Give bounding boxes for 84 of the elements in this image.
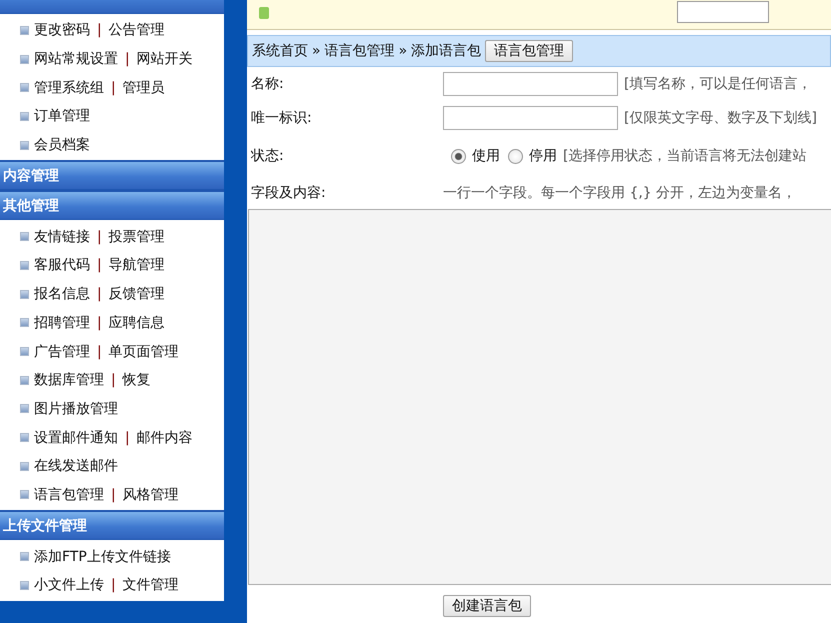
separator: | bbox=[97, 257, 102, 274]
sidebar-link[interactable]: 更改密码 bbox=[34, 21, 90, 40]
language-select[interactable] bbox=[677, 1, 769, 23]
sidebar-link[interactable]: 订单管理 bbox=[34, 107, 90, 126]
sidebar-link[interactable]: 报名信息 bbox=[34, 285, 90, 304]
separator: | bbox=[125, 51, 130, 68]
breadcrumb-link[interactable]: 语言包管理 bbox=[324, 42, 395, 60]
separator: | bbox=[97, 228, 102, 245]
radio-option[interactable]: 使用 bbox=[443, 147, 500, 165]
separator: | bbox=[111, 372, 116, 388]
text-input[interactable] bbox=[443, 72, 618, 96]
field-hint: [仅限英文字母、数字及下划线] bbox=[624, 109, 817, 127]
sidebar-link[interactable]: 公告管理 bbox=[108, 21, 165, 40]
separator: | bbox=[125, 430, 130, 446]
sidebar-section-header[interactable]: 上传文件管理 bbox=[0, 510, 224, 540]
sidebar-link[interactable]: 邮件内容 bbox=[136, 428, 193, 447]
sidebar-link[interactable]: 管理系统组 bbox=[34, 78, 104, 97]
sidebar-link[interactable]: 客服代码 bbox=[34, 256, 90, 274]
field-label: 唯一标识: bbox=[250, 109, 313, 127]
breadcrumb-link[interactable]: 添加语言包 bbox=[411, 42, 482, 60]
sidebar-link[interactable]: 添加FTP上传文件链接 bbox=[34, 548, 171, 566]
sidebar-link[interactable]: 友情链接 bbox=[34, 228, 90, 246]
field-label: 字段及内容: bbox=[250, 184, 327, 202]
sidebar-link[interactable]: 应聘信息 bbox=[108, 314, 165, 332]
sidebar-link[interactable]: 投票管理 bbox=[108, 228, 165, 246]
square-bullet-icon bbox=[20, 347, 29, 356]
sidebar-link[interactable]: 反馈管理 bbox=[108, 285, 165, 304]
radio-option[interactable]: 停用 bbox=[500, 147, 557, 165]
radio-icon[interactable] bbox=[451, 148, 466, 164]
sidebar-link[interactable]: 设置邮件通知 bbox=[34, 428, 118, 447]
sidebar-link[interactable]: 风格管理 bbox=[122, 486, 179, 504]
sidebar-link[interactable]: 管理员 bbox=[122, 78, 165, 97]
separator: | bbox=[97, 314, 102, 331]
text-input[interactable] bbox=[443, 106, 618, 130]
sidebar-section-header[interactable]: 其他管理 bbox=[0, 190, 224, 220]
breadcrumb-link[interactable]: 系统首页 bbox=[252, 42, 308, 60]
field-hint: [选择停用状态，当前语言将无法创建站 bbox=[563, 147, 806, 165]
square-bullet-icon bbox=[20, 260, 29, 270]
sidebar-link[interactable]: 图片播放管理 bbox=[34, 400, 118, 418]
square-bullet-icon bbox=[20, 433, 29, 442]
create-button[interactable]: 创建语言包 bbox=[443, 595, 531, 617]
square-bullet-icon bbox=[20, 462, 29, 471]
sidebar-link[interactable]: 语言包管理 bbox=[34, 486, 104, 504]
separator: | bbox=[97, 22, 102, 38]
separator: | bbox=[97, 286, 102, 302]
sidebar-link[interactable]: 导航管理 bbox=[108, 256, 165, 274]
sidebar-link[interactable]: 广告管理 bbox=[34, 342, 90, 361]
sidebar-link[interactable]: 数据库管理 bbox=[34, 371, 104, 390]
separator: | bbox=[111, 486, 116, 503]
square-bullet-icon bbox=[20, 140, 29, 150]
square-bullet-icon bbox=[20, 54, 29, 64]
separator: | bbox=[111, 577, 116, 594]
sidebar-link[interactable]: 恢复 bbox=[122, 371, 151, 390]
sidebar-link[interactable]: 网站常规设置 bbox=[34, 50, 118, 68]
sidebar-section-header[interactable]: 内容管理 bbox=[0, 160, 224, 190]
square-bullet-icon bbox=[20, 232, 29, 242]
language-pack-button[interactable]: 语言包管理 bbox=[485, 40, 574, 62]
square-bullet-icon bbox=[20, 580, 29, 590]
square-bullet-icon bbox=[20, 490, 29, 500]
square-bullet-icon bbox=[20, 112, 29, 121]
sidebar-link[interactable]: 在线发送邮件 bbox=[34, 457, 118, 476]
sidebar-link[interactable]: 小文件上传 bbox=[34, 576, 104, 594]
sidebar-link[interactable]: 招聘管理 bbox=[34, 314, 90, 332]
field-label: 名称: bbox=[250, 75, 285, 93]
separator: | bbox=[111, 80, 116, 96]
sidebar-link[interactable]: 单页面管理 bbox=[108, 342, 179, 361]
sidebar-link[interactable]: 网站开关 bbox=[136, 50, 193, 68]
sidebar-link[interactable]: 会员档案 bbox=[34, 136, 90, 154]
square-bullet-icon bbox=[20, 83, 29, 92]
square-bullet-icon bbox=[20, 404, 29, 414]
square-bullet-icon bbox=[20, 26, 29, 35]
separator: | bbox=[97, 344, 102, 360]
square-bullet-icon bbox=[20, 290, 29, 299]
breadcrumb-separator: » bbox=[398, 43, 408, 59]
field-hint: [填写名称，可以是任何语言， bbox=[624, 75, 812, 93]
user-icon bbox=[259, 7, 269, 19]
square-bullet-icon bbox=[20, 552, 29, 562]
radio-icon[interactable] bbox=[508, 148, 523, 164]
square-bullet-icon bbox=[20, 376, 29, 385]
sidebar-link[interactable]: 文件管理 bbox=[122, 576, 179, 594]
breadcrumb-separator: » bbox=[312, 43, 321, 59]
square-bullet-icon bbox=[20, 318, 29, 328]
field-label: 状态: bbox=[250, 147, 285, 165]
field-hint: 一行一个字段。每一个字段用 {,} 分开，左边为变量名， bbox=[443, 184, 796, 202]
